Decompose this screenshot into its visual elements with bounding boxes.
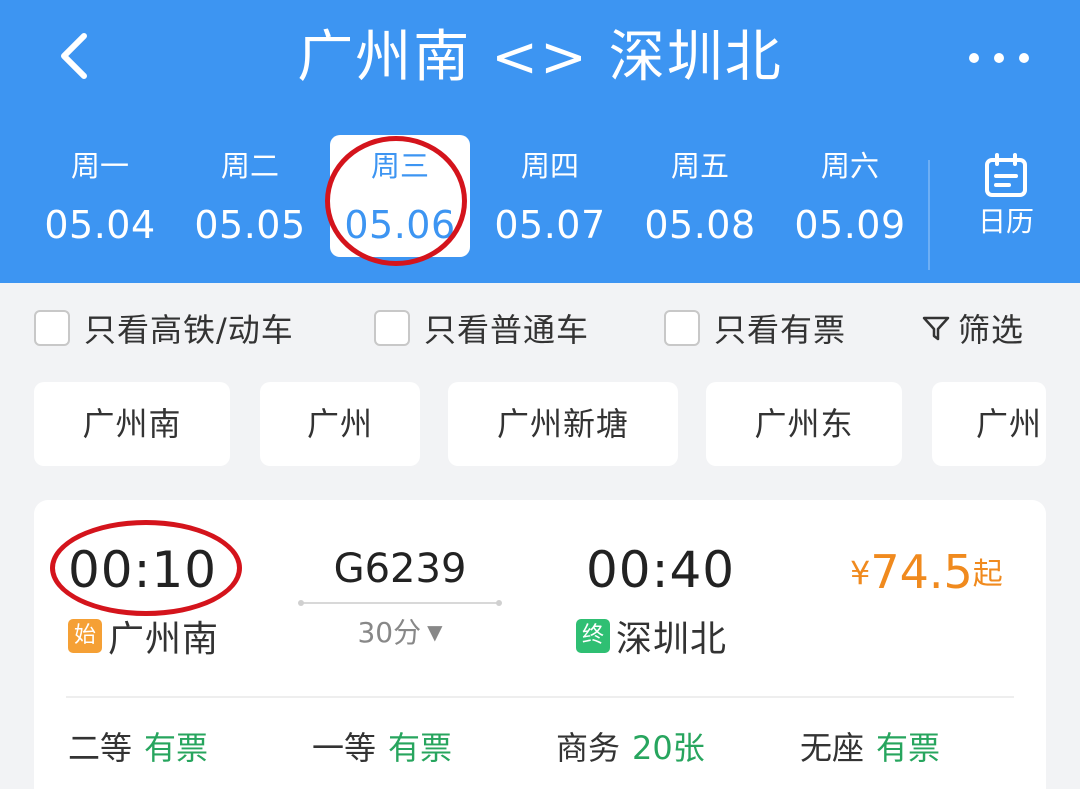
origin-station-name: 广州南 [108, 619, 220, 660]
seat-no-seat: 无座 有票 [800, 728, 940, 768]
departure-time: 00:10 [68, 541, 218, 599]
seat-second-class: 二等 有票 [68, 728, 208, 768]
weekday-label: 周一 [70, 149, 129, 183]
checkbox-box [374, 310, 410, 346]
checkbox-box [664, 310, 700, 346]
station-chip[interactable]: 广州南 [34, 382, 230, 466]
terminal-station-name: 深圳北 [616, 619, 728, 660]
currency-symbol: ¥ [850, 554, 871, 592]
date-label: 05.08 [644, 203, 756, 247]
header-bar: 广州南 <> 深圳北 周一 05.04 周二 05.05 周三 05.06 周四… [0, 0, 1080, 283]
date-item-fri[interactable]: 周五 05.08 [630, 135, 770, 257]
card-divider [66, 696, 1014, 698]
calendar-label: 日历 [977, 205, 1034, 238]
checkbox-box [34, 310, 70, 346]
price-suffix: 起 [972, 557, 1003, 592]
seat-first-class: 一等 有票 [312, 728, 452, 768]
date-item-wed-selected[interactable]: 周三 05.06 [330, 135, 470, 257]
seat-class: 商务 [556, 729, 621, 767]
funnel-icon [922, 316, 950, 341]
seat-class: 二等 [68, 729, 133, 767]
weekday-label: 周四 [520, 149, 579, 183]
station-chip[interactable]: 广州新塘 [448, 382, 678, 466]
date-item-mon[interactable]: 周一 05.04 [30, 135, 170, 257]
more-button[interactable] [962, 38, 1036, 78]
weekday-label: 周六 [820, 149, 879, 183]
calendar-divider [928, 160, 930, 270]
checkbox-label: 只看普通车 [424, 311, 590, 349]
date-item-tue[interactable]: 周二 05.05 [180, 135, 320, 257]
more-dots-icon [969, 53, 1029, 63]
available-only-checkbox[interactable]: 只看有票 [664, 308, 847, 349]
filter-label: 筛选 [958, 311, 1025, 349]
price: ¥74.5起 [850, 544, 1003, 603]
weekday-label: 周二 [220, 149, 279, 183]
seat-availability: 有票 [876, 729, 941, 767]
terminal-station: 终 深圳北 [576, 614, 727, 660]
date-item-sat[interactable]: 周六 05.09 [780, 135, 920, 257]
weekday-label: 周三 [370, 149, 429, 183]
terminal-tag: 终 [576, 619, 610, 653]
origin-tag: 始 [68, 619, 102, 653]
high-speed-only-checkbox[interactable]: 只看高铁/动车 [34, 308, 294, 349]
station-chip[interactable]: 广州 [260, 382, 420, 466]
calendar-button[interactable]: 日历 [960, 145, 1052, 255]
date-label: 05.04 [44, 203, 156, 247]
date-label: 05.09 [794, 203, 906, 247]
station-chip[interactable]: 广州 [932, 382, 1046, 466]
train-card[interactable]: 00:10 G6239 30分 ▼ 00:40 ¥74.5起 始 广州南 终 深圳… [34, 500, 1046, 789]
date-label: 05.05 [194, 203, 306, 247]
seat-availability: 20张 [632, 729, 705, 767]
route-title: 广州南 <> 深圳北 [297, 25, 783, 90]
date-label: 05.07 [494, 203, 606, 247]
date-label: 05.06 [344, 203, 456, 247]
seat-availability: 有票 [144, 729, 209, 767]
filter-row: 只看高铁/动车 只看普通车 只看有票 筛选 [0, 300, 1080, 352]
price-value: 74.5 [870, 545, 973, 599]
arrival-time: 00:40 [586, 541, 736, 599]
checkbox-label: 只看有票 [714, 311, 847, 349]
seat-business-class: 商务 20张 [556, 728, 705, 768]
journey-line [298, 600, 502, 606]
duration-label: 30分 [357, 616, 422, 649]
calendar-icon [985, 153, 1027, 197]
duration-toggle[interactable]: 30分 ▼ [300, 614, 500, 651]
filter-button[interactable]: 筛选 [920, 308, 1025, 349]
station-chip[interactable]: 广州东 [706, 382, 902, 466]
seat-class: 无座 [800, 729, 865, 767]
regular-only-checkbox[interactable]: 只看普通车 [374, 308, 590, 349]
checkbox-label: 只看高铁/动车 [84, 311, 294, 349]
weekday-label: 周五 [670, 149, 729, 183]
station-chip-row: 广州南 广州 广州新塘 广州东 广州 [0, 382, 1080, 466]
date-item-thu[interactable]: 周四 05.07 [480, 135, 620, 257]
seat-availability: 有票 [388, 729, 453, 767]
seat-class: 一等 [312, 729, 377, 767]
train-number: G6239 [333, 546, 467, 592]
caret-down-icon: ▼ [427, 620, 443, 644]
origin-station: 始 广州南 [68, 614, 219, 660]
